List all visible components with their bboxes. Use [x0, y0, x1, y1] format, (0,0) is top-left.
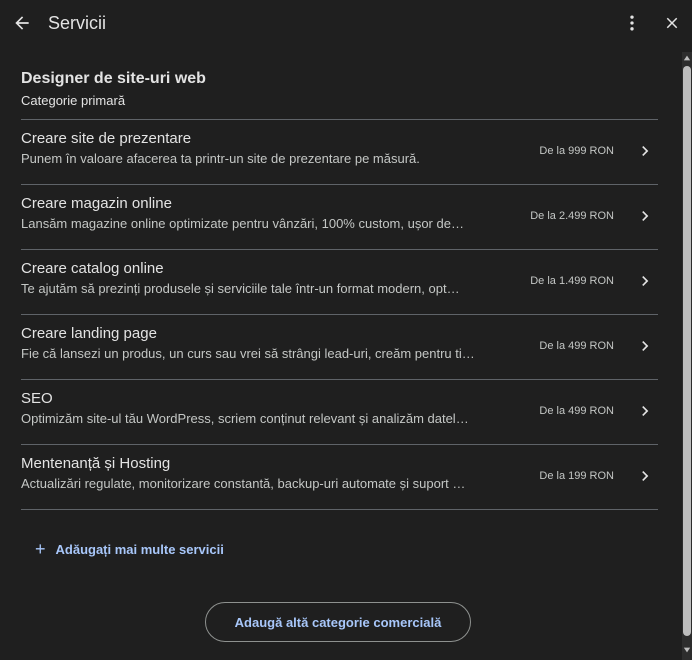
chevron-right-icon [635, 206, 655, 226]
add-category-button[interactable]: Adaugă altă categorie comercială [205, 602, 471, 642]
service-description: Punem în valoare afacerea ta printr-un s… [21, 151, 420, 166]
service-title: Mentenanță și Hosting [21, 455, 171, 472]
chevron-right-icon [635, 141, 655, 161]
service-row[interactable]: Creare magazin online Lansăm magazine on… [21, 185, 658, 249]
scrollbar[interactable] [682, 52, 692, 660]
service-description: Optimizăm site-ul tău WordPress, scriem … [21, 411, 469, 426]
scroll-up-arrow-icon[interactable] [682, 54, 692, 64]
service-title: SEO [21, 390, 53, 407]
service-row[interactable]: SEO Optimizăm site-ul tău WordPress, scr… [21, 380, 658, 444]
dialog-header: Servicii [0, 0, 692, 48]
primary-category-label: Categorie primară [21, 93, 126, 108]
chevron-right-icon [635, 466, 655, 486]
back-button[interactable] [10, 11, 34, 35]
service-row[interactable]: Creare landing page Fie că lansezi un pr… [21, 315, 658, 379]
more-vert-icon [630, 15, 634, 31]
scrollbar-thumb[interactable] [683, 66, 691, 636]
service-row[interactable]: Creare catalog online Te ajutăm să prezi… [21, 250, 658, 314]
service-title: Creare magazin online [21, 195, 172, 212]
service-row[interactable]: Creare site de prezentare Punem în valoa… [21, 120, 658, 184]
service-description: Te ajutăm să prezinți produsele și servi… [21, 281, 460, 296]
service-title: Creare landing page [21, 325, 157, 342]
service-description: Fie că lansezi un produs, un curs sau vr… [21, 346, 475, 361]
service-description: Lansăm magazine online optimizate pentru… [21, 216, 464, 231]
chevron-right-icon [635, 271, 655, 291]
chevron-right-icon [635, 401, 655, 421]
service-title: Creare catalog online [21, 260, 164, 277]
add-category-label: Adaugă altă categorie comercială [234, 614, 442, 630]
service-price: De la 199 RON [539, 470, 614, 482]
primary-category-name: Designer de site-uri web [21, 70, 206, 87]
arrow-left-icon [15, 16, 29, 30]
more-options-button[interactable] [620, 11, 644, 35]
service-row[interactable]: Mentenanță și Hosting Actualizări regula… [21, 445, 658, 509]
service-price: De la 1.499 RON [530, 275, 614, 287]
chevron-right-icon [635, 336, 655, 356]
service-price: De la 499 RON [539, 405, 614, 417]
plus-icon: + [35, 539, 46, 559]
service-price: De la 2.499 RON [530, 210, 614, 222]
add-more-services-label: Adăugați mai multe servicii [55, 541, 224, 557]
service-description: Actualizări regulate, monitorizare const… [21, 476, 466, 491]
page-title: Servicii [48, 13, 107, 33]
close-icon [666, 17, 678, 29]
service-price: De la 499 RON [539, 340, 614, 352]
add-more-services-link[interactable]: + Adăugați mai multe servicii [35, 540, 224, 558]
scroll-down-arrow-icon[interactable] [682, 646, 692, 656]
close-button[interactable] [660, 11, 684, 35]
divider [21, 509, 658, 510]
service-title: Creare site de prezentare [21, 130, 192, 147]
service-price: De la 999 RON [539, 145, 614, 157]
